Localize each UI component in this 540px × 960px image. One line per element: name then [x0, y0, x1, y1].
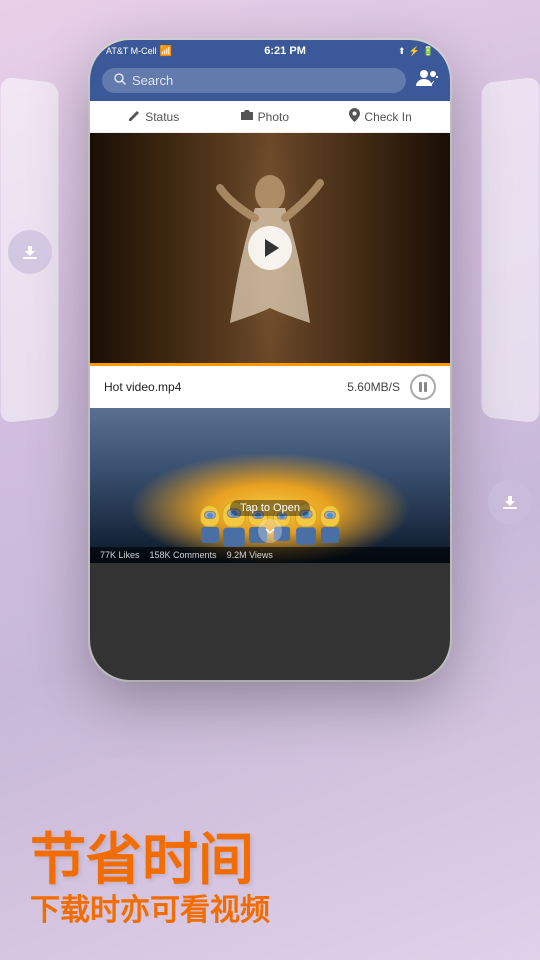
tab-checkin[interactable]: Check In: [349, 108, 411, 125]
promo-main-text: 节省时间: [30, 829, 510, 891]
status-bar: AT&T M-Cell 📶 6:21 PM ⬆ ⚡ 🔋: [90, 40, 450, 62]
side-download-right-button[interactable]: [488, 480, 532, 524]
wifi-icon: 📶: [160, 46, 172, 57]
phone-inner: AT&T M-Cell 📶 6:21 PM ⬆ ⚡ 🔋 Search: [90, 40, 450, 680]
tap-to-open-area: Tap to Open: [90, 498, 450, 543]
search-icon: [114, 73, 126, 88]
bluetooth-icon: ⚡: [409, 46, 420, 57]
download-bar: Hot video.mp4 5.60MB/S: [90, 363, 450, 408]
pause-button[interactable]: [410, 374, 436, 400]
time-display: 6:21 PM: [264, 45, 306, 57]
search-placeholder: Search: [132, 73, 173, 88]
tab-status-label: Status: [145, 110, 179, 124]
friends-icon[interactable]: [416, 69, 438, 92]
battery-icon: 🔋: [423, 46, 434, 57]
main-video[interactable]: [90, 133, 450, 363]
status-bar-left: AT&T M-Cell 📶: [106, 46, 172, 57]
download-filename: Hot video.mp4: [104, 380, 181, 394]
bg-card-right: [482, 77, 540, 424]
play-button[interactable]: [248, 226, 292, 270]
play-icon: [265, 239, 279, 257]
second-video[interactable]: Tap to Open 77K Likes 158K Comments 9.2M…: [90, 408, 450, 563]
pin-icon: [349, 108, 360, 125]
likes-count: 77K Likes: [100, 550, 140, 560]
status-bar-right: ⬆ ⚡ 🔋: [398, 46, 434, 57]
tab-photo[interactable]: Photo: [240, 109, 289, 124]
pause-bar-left: [419, 382, 422, 392]
tab-bar: Status Photo Check In: [90, 101, 450, 133]
promo-sub-text: 下载时亦可看视频: [30, 891, 510, 930]
phone-mockup: AT&T M-Cell 📶 6:21 PM ⬆ ⚡ 🔋 Search: [90, 40, 450, 680]
pencil-icon: [128, 109, 141, 125]
tab-photo-label: Photo: [258, 110, 289, 124]
comments-count: 158K Comments: [150, 550, 217, 560]
tab-status[interactable]: Status: [128, 109, 179, 125]
carrier-text: AT&T M-Cell: [106, 46, 157, 56]
pause-bar-right: [424, 382, 427, 392]
download-speed: 5.60MB/S: [347, 380, 400, 394]
camera-icon: [240, 109, 254, 124]
tab-checkin-label: Check In: [364, 110, 411, 124]
views-count: 9.2M Views: [227, 550, 273, 560]
promo-text-area: 节省时间 下载时亦可看视频: [0, 829, 540, 930]
stats-bar: 77K Likes 158K Comments 9.2M Views: [90, 547, 450, 563]
content-area: Hot video.mp4 5.60MB/S: [90, 133, 450, 680]
tap-chevron[interactable]: [258, 519, 282, 543]
side-download-left-button[interactable]: [8, 230, 52, 274]
tap-to-open-text: Tap to Open: [230, 500, 310, 516]
location-icon: ⬆: [398, 46, 406, 57]
search-input-wrap[interactable]: Search: [102, 68, 406, 93]
search-bar: Search: [90, 62, 450, 101]
